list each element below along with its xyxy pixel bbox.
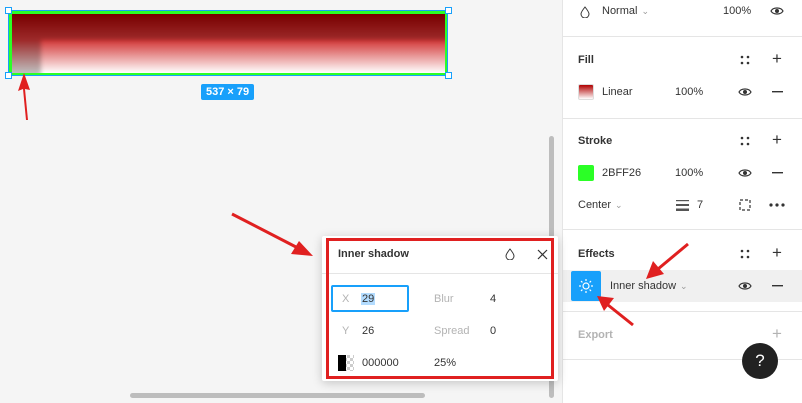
stroke-align-dropdown[interactable]: Center ⌄ — [578, 199, 623, 211]
shadow-color-opacity[interactable]: 25% — [434, 357, 456, 369]
shadow-color-hex[interactable]: 000000 — [362, 357, 399, 369]
opacity-drop-icon[interactable] — [503, 247, 517, 261]
shadow-color-swatch[interactable] — [338, 355, 354, 371]
effect-type-dropdown[interactable]: Inner shadow ⌄ — [610, 280, 688, 292]
section-divider — [562, 229, 802, 230]
eye-icon[interactable] — [738, 166, 752, 180]
blur-label: Blur — [434, 293, 454, 305]
eye-icon[interactable] — [738, 85, 752, 99]
size-badge: 537 × 79 — [201, 84, 255, 100]
style-grid-icon[interactable] — [738, 247, 752, 261]
chevron-down-icon: ⌄ — [680, 281, 688, 291]
blur-value[interactable]: 4 — [490, 293, 496, 305]
chevron-down-icon: ⌄ — [615, 200, 623, 210]
selected-rectangle[interactable] — [9, 11, 448, 76]
fill-type[interactable]: Linear — [602, 86, 633, 98]
layer-opacity-value[interactable]: 100% — [723, 5, 751, 17]
chevron-down-icon: ⌄ — [641, 6, 649, 16]
resize-handle-top-left[interactable] — [5, 7, 12, 14]
stroke-opacity[interactable]: 100% — [675, 167, 703, 179]
resize-handle-bottom-right[interactable] — [445, 72, 452, 79]
style-grid-icon[interactable] — [738, 134, 752, 148]
add-stroke-icon[interactable]: + — [770, 130, 784, 149]
sun-icon — [579, 279, 593, 293]
eye-icon[interactable] — [738, 279, 752, 293]
section-divider — [562, 118, 802, 119]
stroke-color-hex[interactable]: 2BFF26 — [602, 167, 641, 179]
spread-label: Spread — [434, 325, 470, 337]
dialog-title: Inner shadow — [338, 248, 409, 260]
add-export-icon[interactable]: + — [770, 324, 784, 343]
stroke-section-title: Stroke — [578, 135, 613, 147]
blend-mode-value: Normal — [602, 5, 638, 17]
dialog-divider — [322, 273, 558, 274]
stroke-weight-icon — [675, 198, 689, 212]
opacity-drop-icon — [578, 5, 592, 19]
effect-type-value: Inner shadow — [610, 280, 677, 292]
remove-stroke-icon[interactable] — [770, 166, 784, 180]
add-effect-icon[interactable]: + — [770, 243, 784, 262]
more-options-icon[interactable] — [768, 198, 786, 212]
export-section-title[interactable]: Export — [578, 329, 613, 341]
style-grid-icon[interactable] — [738, 53, 752, 67]
y-label: Y — [342, 325, 350, 337]
remove-fill-icon[interactable] — [770, 85, 784, 99]
effects-section-title: Effects — [578, 248, 615, 260]
spread-value[interactable]: 0 — [490, 325, 496, 337]
section-divider — [562, 36, 802, 37]
add-fill-icon[interactable]: + — [770, 49, 784, 68]
stroke-weight-value[interactable]: 7 — [697, 199, 703, 211]
blend-mode-dropdown[interactable]: Normal ⌄ — [602, 5, 649, 17]
x-value[interactable]: 29 — [361, 293, 376, 305]
horizontal-scrollbar[interactable] — [130, 393, 425, 398]
individual-strokes-icon[interactable] — [738, 198, 752, 212]
fill-opacity[interactable]: 100% — [675, 86, 703, 98]
fill-section-title: Fill — [578, 54, 594, 66]
x-label: X — [342, 293, 350, 305]
effect-settings-button[interactable] — [571, 271, 601, 301]
x-value-selected: 29 — [361, 293, 376, 305]
help-label: ? — [755, 351, 765, 370]
help-button[interactable]: ? — [742, 343, 778, 379]
stroke-align-value: Center — [578, 199, 612, 211]
remove-effect-icon[interactable] — [770, 279, 784, 293]
section-divider — [562, 311, 802, 312]
close-icon[interactable] — [535, 247, 549, 261]
y-value[interactable]: 26 — [362, 325, 374, 337]
fill-swatch[interactable] — [578, 84, 594, 100]
resize-handle-bottom-left[interactable] — [5, 72, 12, 79]
eye-icon[interactable] — [770, 4, 784, 18]
stroke-swatch[interactable] — [578, 165, 594, 181]
resize-handle-top-right[interactable] — [445, 7, 452, 14]
